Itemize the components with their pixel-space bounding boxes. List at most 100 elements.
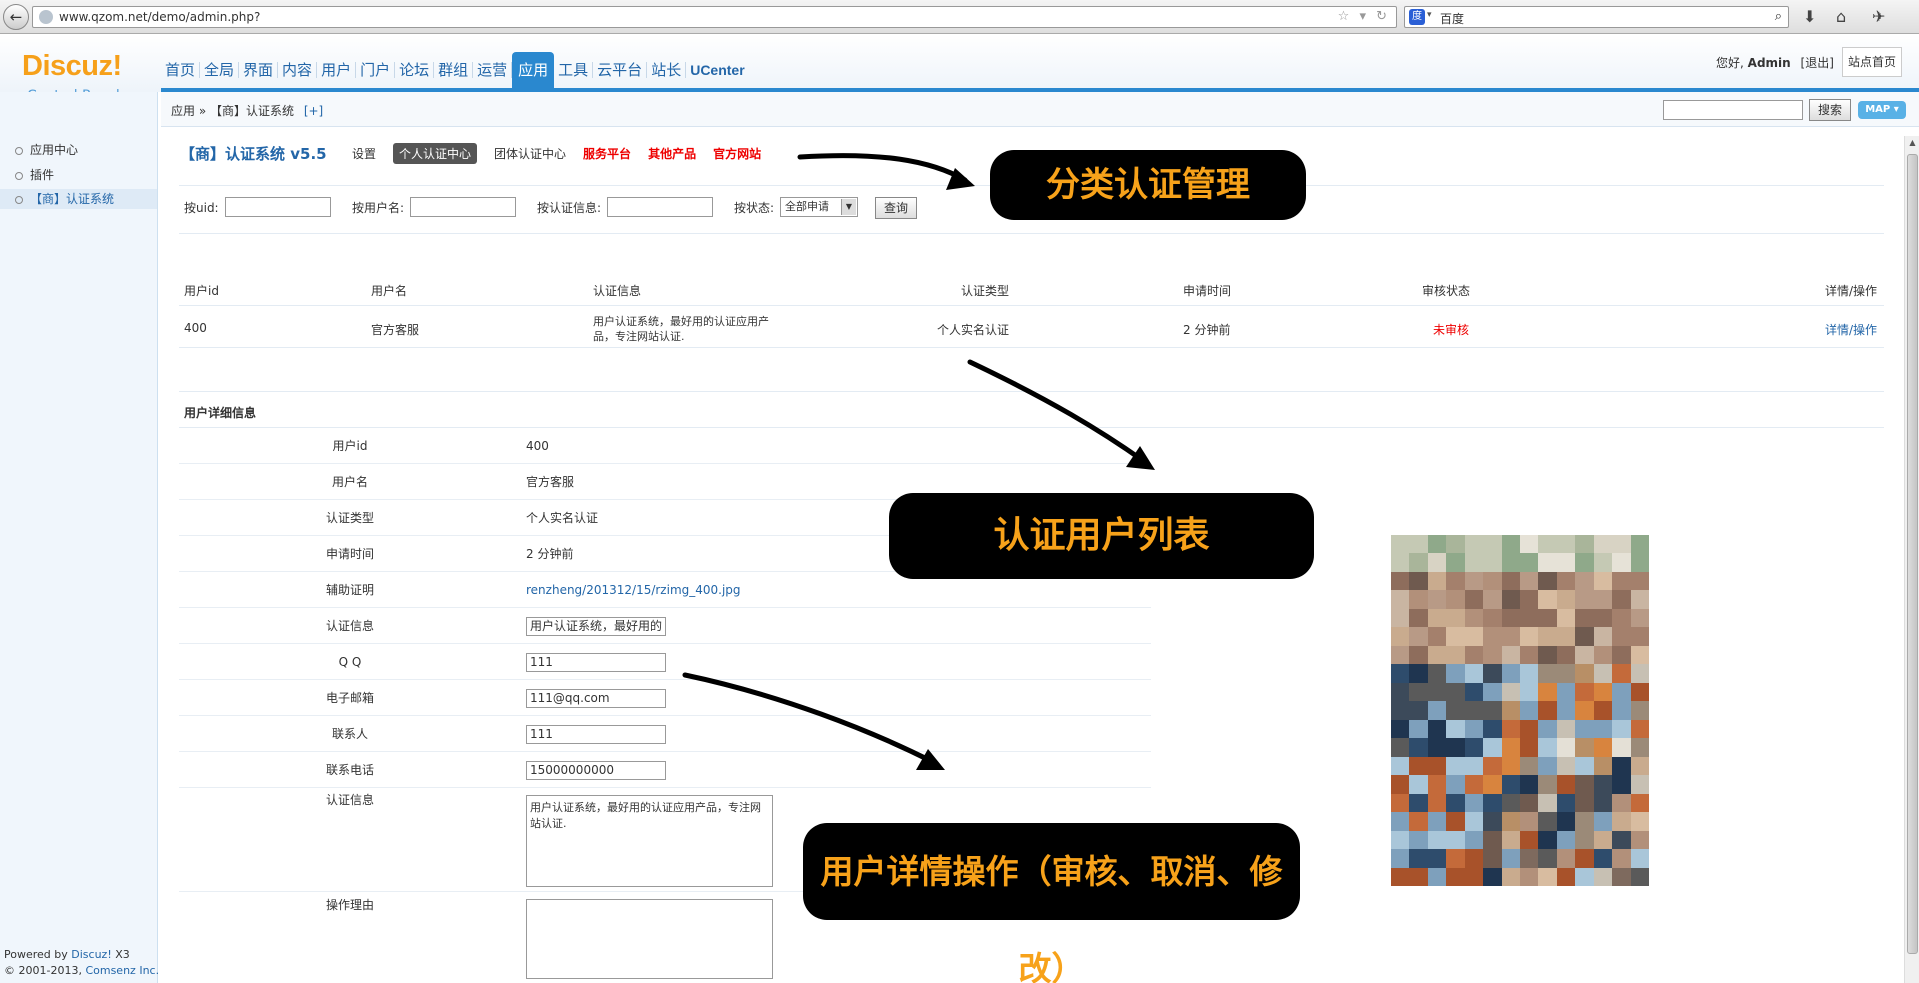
- scroll-up-icon[interactable]: ▲: [1905, 136, 1919, 150]
- nav-item-9[interactable]: 应用: [512, 52, 555, 88]
- filter-uid-input[interactable]: [225, 197, 331, 217]
- filter-uid-label: 按uid:: [184, 201, 219, 215]
- detail-row: 联系人 111: [179, 716, 1151, 752]
- plugin-tab-3[interactable]: 服务平台: [583, 145, 631, 162]
- breadcrumb-path[interactable]: 应用 » 【商】认证系统: [171, 104, 294, 118]
- detail-value: 2 分钟前: [526, 547, 574, 561]
- admin-search-button[interactable]: 搜索: [1809, 99, 1851, 121]
- nav-item-13[interactable]: UCenter: [686, 62, 748, 78]
- back-arrow-icon[interactable]: ←: [3, 4, 29, 30]
- nav-item-11[interactable]: 云平台: [593, 62, 648, 78]
- reason-textarea[interactable]: [526, 899, 773, 979]
- detail-section-title: 用户详细信息: [184, 406, 257, 420]
- detail-value: 400: [526, 439, 549, 453]
- home-icon[interactable]: ⌂: [1836, 7, 1846, 26]
- callout-user-ops: 用户详情操作（审核、取消、修改）: [803, 823, 1300, 983]
- th-actions: 详情/操作: [1825, 284, 1878, 298]
- filter-status-select[interactable]: 全部申请: [780, 197, 858, 217]
- globe-icon: [39, 10, 53, 24]
- detail-label: 用户名: [331, 475, 368, 489]
- nav-item-5[interactable]: 门户: [356, 62, 396, 78]
- filter-info-input[interactable]: [607, 197, 713, 217]
- info-textarea[interactable]: 用户认证系统，最好用的认证应用产品，专注网站认证.: [526, 795, 773, 887]
- detail-label: 认证信息: [325, 619, 374, 633]
- discuz-logo[interactable]: Discuz!: [22, 50, 122, 83]
- logout-link[interactable]: [退出]: [1801, 56, 1834, 70]
- map-button[interactable]: MAP ▾: [1858, 101, 1906, 119]
- nav-item-3[interactable]: 内容: [278, 62, 318, 78]
- row-info-line2: 品，专注网站认证.: [593, 330, 685, 343]
- divider: [179, 347, 1884, 348]
- detail-input[interactable]: 111: [526, 653, 666, 672]
- detail-label: 电子邮箱: [325, 691, 374, 705]
- address-bar[interactable]: www.qzom.net/demo/admin.php? ☆ ▾ ↻: [32, 6, 1397, 28]
- arrow-to-tabs: [797, 153, 968, 183]
- th-info: 认证信息: [593, 284, 642, 298]
- mosaic-photo: [1391, 535, 1649, 886]
- nav-item-10[interactable]: 工具: [554, 62, 594, 78]
- detail-row: 联系电话 15000000000: [179, 752, 1151, 788]
- detail-label: 辅助证明: [325, 583, 374, 597]
- nav-item-0[interactable]: 首页: [161, 62, 201, 78]
- sidebar-item-auth-system[interactable]: 【商】认证系统: [0, 189, 157, 209]
- plugin-tab-5[interactable]: 官方网站: [713, 145, 761, 162]
- detail-value: 个人实名认证: [526, 511, 599, 525]
- powered-by: Powered by Discuz! X3 © 2001-2013, Comse…: [4, 948, 159, 977]
- detail-input[interactable]: 用户认证系统，最好用的: [526, 617, 666, 636]
- nav-item-8[interactable]: 运营: [473, 62, 513, 78]
- detail-input[interactable]: 111@qq.com: [526, 689, 666, 708]
- bookmark-star-icon[interactable]: ☆ ▾ ↻: [1338, 9, 1390, 24]
- nav-item-7[interactable]: 群组: [434, 62, 474, 78]
- main-nav: 首页 全局 界面 内容 用户 门户 论坛 群组 运营 应用 工具 云平台 站长 UCenter: [161, 52, 749, 88]
- row-type: 个人实名认证: [937, 323, 1010, 337]
- query-button[interactable]: 查询: [875, 197, 917, 219]
- detail-row: 认证信息 用户认证系统，最好用的: [179, 608, 1151, 644]
- th-username: 用户名: [371, 284, 408, 298]
- detail-input[interactable]: 15000000000: [526, 761, 666, 780]
- plugin-tab-0[interactable]: 设置: [352, 145, 376, 162]
- comsenz-link[interactable]: Comsenz Inc.: [85, 964, 159, 977]
- detail-input[interactable]: 111: [526, 725, 666, 744]
- admin-search-input[interactable]: [1663, 100, 1803, 120]
- detail-row: 电子邮箱 111@qq.com: [179, 680, 1151, 716]
- detail-label: 联系人: [331, 727, 368, 741]
- nav-item-2[interactable]: 界面: [239, 62, 279, 78]
- nav-item-6[interactable]: 论坛: [395, 62, 435, 78]
- username: Admin: [1747, 56, 1791, 70]
- filter-status-value: 全部申请: [785, 200, 829, 213]
- scroll-thumb[interactable]: [1907, 154, 1918, 954]
- chevron-down-icon[interactable]: ▾: [1427, 10, 1432, 20]
- browser-search-bar[interactable]: 度 ▾ 百度 ⌕: [1404, 6, 1789, 28]
- plugin-tab-2[interactable]: 团体认证中心: [494, 145, 566, 162]
- search-icon[interactable]: ⌕: [1775, 9, 1782, 24]
- th-status: 审核状态: [1422, 284, 1471, 298]
- add-shortcut-link[interactable]: [+]: [304, 104, 323, 118]
- detail-value: 官方客服: [526, 475, 575, 489]
- site-home-button[interactable]: 站点首页: [1842, 47, 1902, 77]
- row-details-link[interactable]: 详情/操作: [1825, 321, 1877, 338]
- detail-label: Q Q: [338, 655, 362, 669]
- page-scrollbar[interactable]: ▲: [1904, 136, 1919, 983]
- nav-item-4[interactable]: 用户: [317, 62, 357, 78]
- filter-info-label: 按认证信息:: [537, 201, 602, 215]
- row-uid: 400: [184, 321, 207, 335]
- addon-icon[interactable]: ✈: [1872, 7, 1885, 26]
- search-engine-name: 百度: [1440, 12, 1465, 26]
- nav-item-1[interactable]: 全局: [200, 62, 240, 78]
- row-username: 官方客服: [371, 323, 420, 337]
- plugin-tab-1[interactable]: 个人认证中心: [393, 143, 478, 164]
- detail-label: 申请时间: [325, 547, 374, 561]
- nav-item-12[interactable]: 站长: [647, 62, 687, 78]
- breadcrumb-bar: 应用 » 【商】认证系统 [+] 搜索 MAP ▾: [161, 92, 1919, 127]
- sidebar-item-plugins[interactable]: 插件: [0, 165, 157, 185]
- sidebar-item-app-center[interactable]: 应用中心: [0, 140, 157, 160]
- breadcrumb: 应用 » 【商】认证系统 [+]: [171, 102, 323, 119]
- proof-image-link[interactable]: renzheng/201312/15/rzimg_400.jpg: [526, 572, 741, 608]
- filter-username-input[interactable]: [410, 197, 516, 217]
- baidu-icon: 度: [1409, 9, 1425, 25]
- discuz-link[interactable]: Discuz!: [71, 948, 111, 961]
- th-time: 申请时间: [1183, 284, 1232, 298]
- download-icon[interactable]: ⬇: [1803, 7, 1816, 26]
- divider: [179, 233, 1884, 234]
- plugin-tab-4[interactable]: 其他产品: [648, 145, 696, 162]
